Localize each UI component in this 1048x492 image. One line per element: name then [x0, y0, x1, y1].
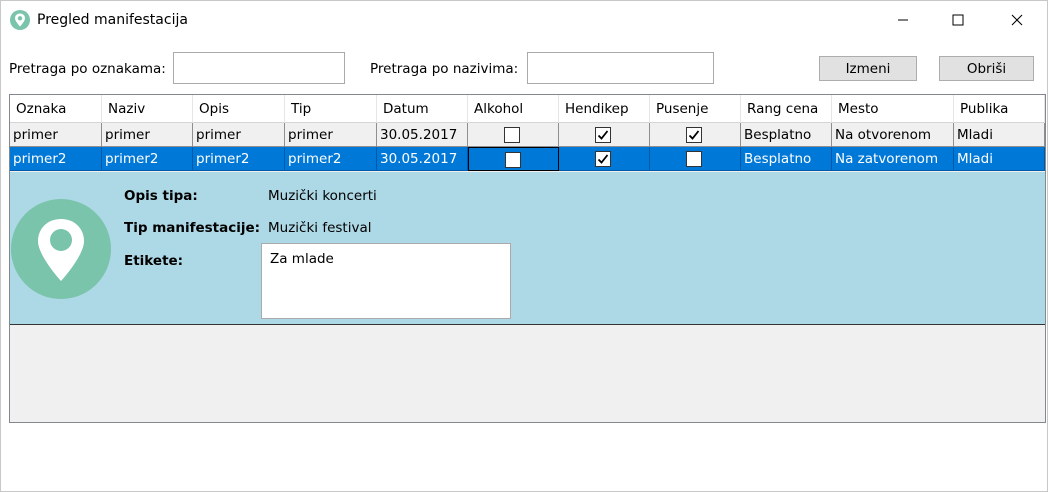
column-header-tip[interactable]: Tip	[285, 95, 377, 123]
cell-rang-cena[interactable]: Besplatno	[741, 147, 832, 171]
search-by-tags-label: Pretraga po oznakama:	[9, 61, 166, 77]
cell-pusenje	[650, 147, 741, 171]
cell-rang-cena[interactable]: Besplatno	[741, 123, 832, 147]
cell-mesto[interactable]: Na zatvorenom	[832, 147, 954, 171]
opis-tipa-label: Opis tipa:	[124, 188, 198, 204]
column-header-rang-cena[interactable]: Rang cena	[741, 95, 832, 123]
hendikep-checkbox[interactable]	[595, 127, 611, 143]
edit-button[interactable]: Izmeni	[819, 56, 917, 81]
minimize-button[interactable]	[880, 1, 926, 39]
cell-pusenje	[650, 123, 741, 147]
cell-oznaka[interactable]: primer2	[10, 147, 102, 171]
main-window: Pregled manifestacija Pretraga po oznaka…	[0, 0, 1048, 492]
table-row[interactable]: primer primer primer primer 30.05.2017 B…	[10, 123, 1045, 147]
cell-hendikep	[559, 123, 650, 147]
cell-tip[interactable]: primer	[285, 123, 377, 147]
cell-opis[interactable]: primer2	[193, 147, 285, 171]
checkmark-icon	[597, 130, 609, 140]
alkohol-checkbox[interactable]	[504, 127, 520, 143]
cell-alkohol	[468, 147, 559, 171]
tip-manifestacije-value: Muzički festival	[268, 220, 372, 236]
cell-datum[interactable]: 30.05.2017	[377, 147, 468, 171]
column-header-pusenje[interactable]: Pusenje	[650, 95, 741, 123]
column-header-oznaka[interactable]: Oznaka	[10, 95, 102, 123]
tip-manifestacije-label: Tip manifestacije:	[124, 220, 261, 236]
cell-naziv[interactable]: primer	[102, 123, 193, 147]
column-header-alkohol[interactable]: Alkohol	[468, 95, 559, 123]
grid-header: Oznaka Naziv Opis Tip Datum Alkohol Hend…	[10, 95, 1045, 123]
search-by-names-input[interactable]	[527, 52, 714, 84]
cell-alkohol	[468, 123, 559, 147]
column-header-naziv[interactable]: Naziv	[102, 95, 193, 123]
hendikep-checkbox[interactable]	[595, 151, 611, 167]
checkmark-icon	[688, 130, 700, 140]
search-by-names-label: Pretraga po nazivima:	[370, 61, 519, 77]
cell-hendikep	[559, 147, 650, 171]
column-header-datum[interactable]: Datum	[377, 95, 468, 123]
cell-opis[interactable]: primer	[193, 123, 285, 147]
table-row-selected[interactable]: primer2 primer2 primer2 primer2 30.05.20…	[10, 147, 1045, 171]
maximize-button[interactable]	[935, 1, 981, 39]
row-details-panel: Opis tipa: Muzički koncerti Tip manifest…	[10, 172, 1045, 325]
column-header-hendikep[interactable]: Hendikep	[559, 95, 650, 123]
pusenje-checkbox[interactable]	[686, 127, 702, 143]
column-header-opis[interactable]: Opis	[193, 95, 285, 123]
etikete-textbox[interactable]: Za mlade	[261, 243, 511, 319]
cell-mesto[interactable]: Na otvorenom	[832, 123, 954, 147]
column-header-publika[interactable]: Publika	[954, 95, 1045, 123]
app-location-icon	[10, 10, 30, 30]
cell-oznaka[interactable]: primer	[10, 123, 102, 147]
location-pin-icon	[11, 199, 111, 303]
checkmark-icon	[597, 154, 609, 164]
search-by-tags-input[interactable]	[173, 52, 345, 84]
etikete-label: Etikete:	[124, 253, 184, 269]
opis-tipa-value: Muzički koncerti	[268, 188, 377, 204]
alkohol-checkbox[interactable]	[505, 152, 521, 168]
events-grid[interactable]: Oznaka Naziv Opis Tip Datum Alkohol Hend…	[9, 94, 1046, 423]
title-bar[interactable]: Pregled manifestacija	[1, 1, 1047, 39]
window-title: Pregled manifestacija	[37, 12, 188, 28]
cell-publika[interactable]: Mladi	[954, 147, 1045, 171]
cell-datum[interactable]: 30.05.2017	[377, 123, 468, 147]
cell-naziv[interactable]: primer2	[102, 147, 193, 171]
close-button[interactable]	[994, 1, 1040, 39]
delete-button[interactable]: Obriši	[939, 56, 1034, 81]
cell-publika[interactable]: Mladi	[954, 123, 1045, 147]
cell-tip[interactable]: primer2	[285, 147, 377, 171]
pusenje-checkbox[interactable]	[686, 151, 702, 167]
column-header-mesto[interactable]: Mesto	[832, 95, 954, 123]
